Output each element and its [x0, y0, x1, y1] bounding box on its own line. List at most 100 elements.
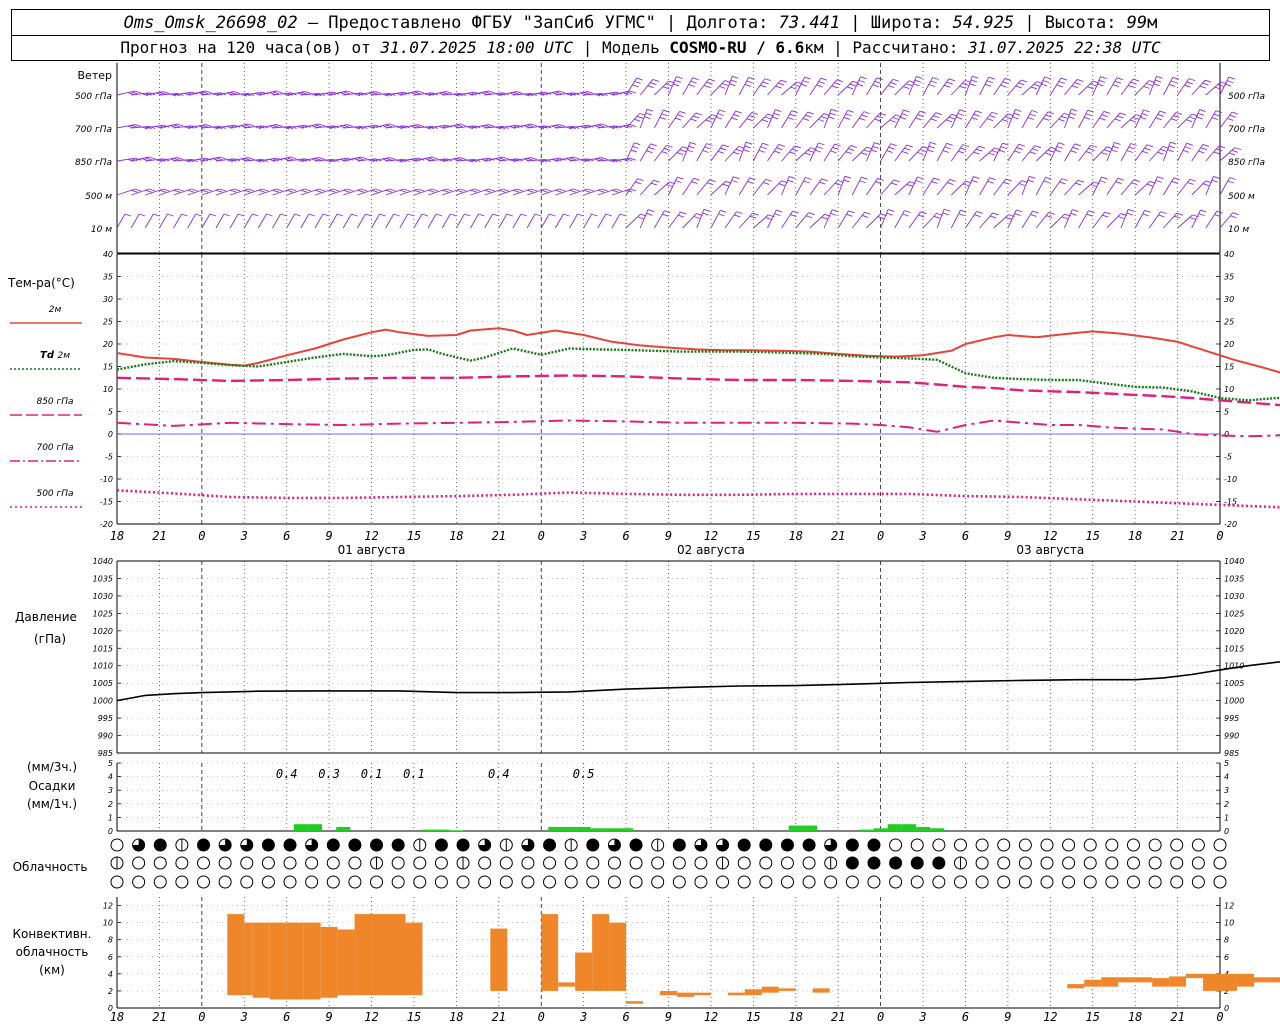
- cloud-symbols: [110, 838, 1227, 889]
- wind-barb-feather: [804, 76, 811, 80]
- wind-barb-feather: [1101, 176, 1108, 180]
- wind-barb-feather: [821, 216, 828, 220]
- wind-barb-feather: [141, 158, 149, 162]
- wind-barb-feather: [905, 83, 913, 87]
- wind-barb-feather: [773, 112, 780, 116]
- wind-barb-feather: [1072, 146, 1079, 150]
- wind-barb-feather: [690, 118, 697, 122]
- wind-barb-feather: [237, 213, 245, 217]
- wind-barb-feather: [1016, 209, 1023, 213]
- pres-series-line: [116, 661, 1280, 702]
- wind-barb-feather: [762, 81, 769, 85]
- wind-barb-feather: [1119, 112, 1127, 116]
- wind-barb-feather: [495, 158, 502, 162]
- temp-time-tick: 0: [1216, 529, 1223, 543]
- wind-barb-feather: [807, 149, 814, 153]
- wind-barb-feather: [594, 125, 601, 129]
- wind-barb-feather: [758, 149, 765, 153]
- wind-barb-shaft: [583, 188, 602, 196]
- wind-barb-feather: [843, 179, 850, 183]
- cloud-symbol-circle: [672, 875, 686, 889]
- conv-time-tick: 12: [1043, 1010, 1057, 1024]
- wind-barb-feather: [258, 189, 265, 193]
- conv-ytick-left: 2: [108, 987, 113, 996]
- wind-barb-shaft: [823, 180, 839, 196]
- wind-barb-shaft: [1064, 209, 1073, 229]
- cloud-symbol-circle: [283, 875, 297, 889]
- wind-barb-feather: [774, 213, 781, 217]
- conv-bar: [575, 952, 593, 991]
- wind-barb-feather: [787, 179, 794, 183]
- temp-legend-text: 2м: [57, 351, 70, 361]
- wind-barb-shaft: [343, 188, 362, 196]
- conv-bar: [1101, 977, 1119, 987]
- wind-barb-feather: [731, 179, 738, 183]
- wind-barb-shaft: [272, 188, 291, 196]
- cloud-symbol-circle: [413, 856, 427, 870]
- wind-barb-feather: [680, 211, 687, 215]
- wind-barb-feather: [520, 213, 528, 217]
- wind-barb-feather: [708, 116, 715, 120]
- wind-barb-feather: [917, 151, 924, 155]
- wind-barb-feather: [692, 115, 700, 119]
- wind-barb-feather: [346, 90, 354, 94]
- wind-barb-feather: [802, 117, 810, 121]
- wind-barb-feather: [956, 116, 963, 120]
- wind-barb-feather: [1144, 147, 1151, 151]
- wind-barb-shaft: [668, 211, 681, 229]
- precip-ytick-right: 0: [1224, 827, 1229, 836]
- precip-bar: [604, 828, 620, 831]
- wind-barb-feather: [1003, 181, 1010, 185]
- cloud-symbol-circle: [564, 856, 578, 870]
- wind-barb-feather: [946, 81, 953, 85]
- wind-barb-feather: [647, 85, 654, 89]
- wind-barb-feather: [746, 80, 753, 84]
- wind-barb-feather: [1041, 83, 1048, 87]
- wind-barb-shaft: [752, 178, 767, 196]
- wind-barb-feather: [195, 213, 202, 217]
- precip-unit-bottom: (мм/1ч.): [27, 797, 77, 811]
- wind-barb-feather: [601, 157, 608, 161]
- wind-barb-shaft: [342, 213, 352, 229]
- wind-barb-feather: [927, 149, 934, 153]
- wind-barb-feather: [513, 189, 520, 193]
- wind-barb-feather: [1231, 149, 1239, 153]
- wind-barb-shaft: [781, 176, 790, 196]
- temp-ytick-right: 25: [1224, 318, 1234, 327]
- wind-barb-feather: [959, 85, 966, 89]
- wind-barb-feather: [1033, 83, 1041, 87]
- wind-barb-feather: [488, 124, 495, 128]
- wind-barb-feather: [502, 188, 509, 192]
- temp-ytick-right: 40: [1224, 250, 1234, 259]
- wind-barb-shaft: [1177, 178, 1191, 196]
- wind-barb-feather: [131, 91, 138, 95]
- cloud-symbol-circle: [240, 875, 254, 889]
- wind-barb-feather: [322, 213, 330, 217]
- wind-barb-feather: [1085, 151, 1093, 154]
- cloud-symbol-fill: [867, 857, 880, 869]
- wind-barb-feather: [703, 208, 711, 212]
- wind-barb-feather: [148, 188, 156, 192]
- wind-barb-feather: [877, 115, 884, 119]
- cloud-symbol-circle: [737, 875, 751, 889]
- clouds-title: Облачность: [13, 860, 88, 874]
- wind-barb-feather: [717, 113, 724, 116]
- wind-barb-feather: [928, 84, 935, 87]
- wind-barb-shaft: [427, 213, 437, 229]
- wind-barb-shaft: [851, 176, 862, 196]
- wind-barb-feather: [389, 188, 396, 192]
- wind-barb-feather: [1146, 144, 1154, 148]
- precip-bar: [873, 828, 888, 831]
- wind-barb-shaft: [1191, 180, 1207, 196]
- wind-barb-feather: [1060, 77, 1068, 81]
- wind-barb-feather: [1229, 114, 1236, 118]
- conv-bar: [541, 914, 559, 991]
- wind-barb-feather: [679, 110, 686, 114]
- temp-ytick-left: -5: [105, 453, 113, 462]
- wind-barb-feather: [551, 92, 559, 96]
- wind-barb-feather: [247, 157, 255, 161]
- cloud-symbol-fill: [759, 839, 772, 851]
- conv-bar: [812, 988, 830, 993]
- wind-barb-feather: [445, 91, 453, 95]
- temp-legend-text: 850 гПа: [36, 397, 73, 407]
